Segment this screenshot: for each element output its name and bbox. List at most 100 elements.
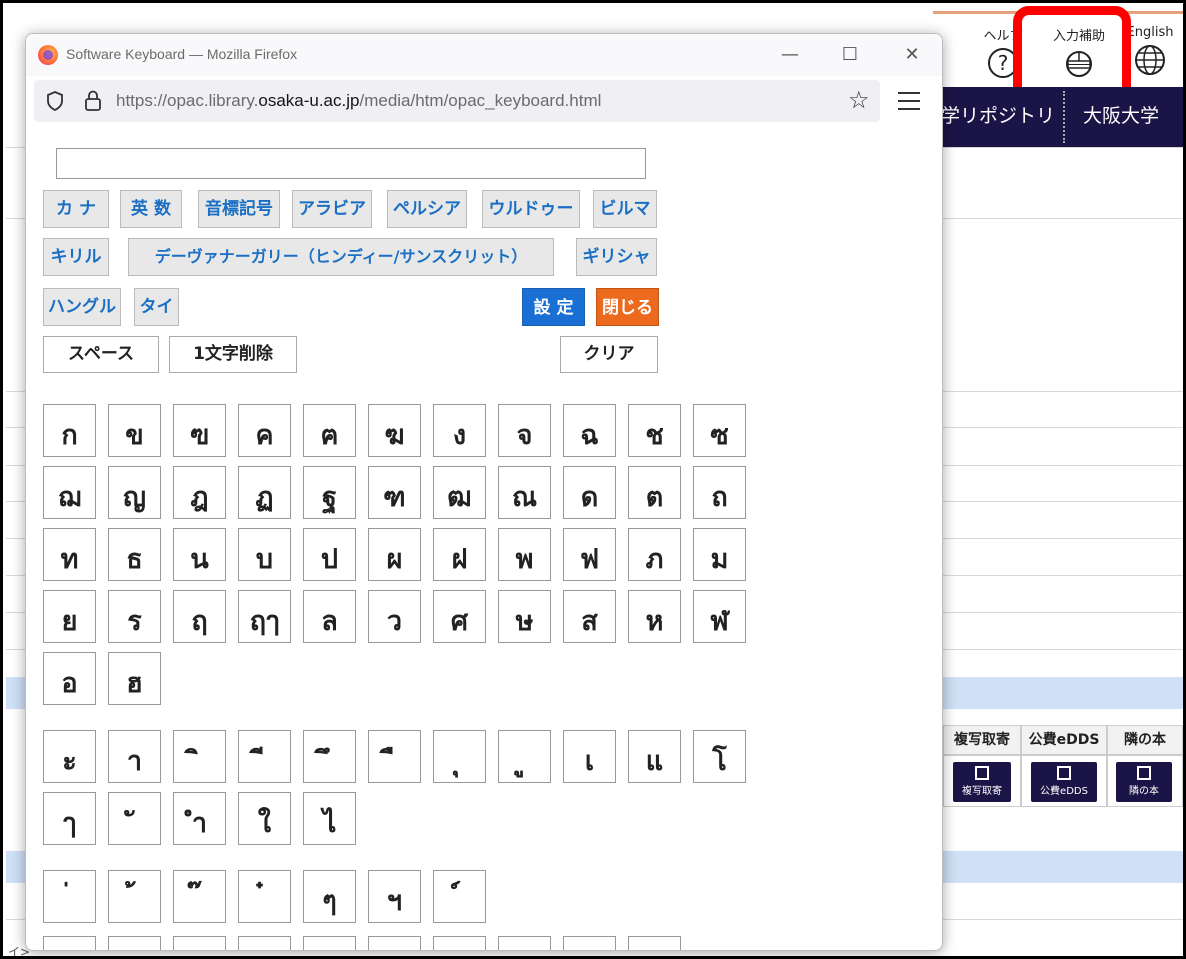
delete-char-button[interactable]: 1文字削除 (169, 336, 297, 373)
thai-key[interactable]: ซ (693, 404, 746, 457)
thai-key[interactable]: ษ (498, 590, 551, 643)
minimize-button[interactable]: — (770, 40, 810, 70)
thai-key[interactable]: ณ (498, 466, 551, 519)
thai-key[interactable]: ื (368, 730, 421, 783)
neighbor-book-button[interactable]: 隣の本 (1116, 762, 1172, 802)
thai-key[interactable]: ฤ (173, 590, 226, 643)
thai-key[interactable]: ฒ (433, 466, 486, 519)
thai-key-partial[interactable] (108, 936, 161, 950)
window-titlebar[interactable]: Software Keyboard — Mozilla Firefox — ☐ … (26, 34, 942, 76)
thai-key-partial[interactable] (173, 936, 226, 950)
thai-key[interactable]: พ (498, 528, 551, 581)
thai-key-partial[interactable] (238, 936, 291, 950)
thai-key[interactable]: ถ (693, 466, 746, 519)
tab-cyrillic[interactable]: キリル (43, 238, 109, 276)
tab-thai[interactable]: タイ (134, 288, 179, 326)
thai-key[interactable]: ฅ (303, 404, 356, 457)
tab-persian[interactable]: ペルシア (387, 190, 467, 228)
thai-key[interactable]: ฤๅ (238, 590, 291, 643)
edds-button[interactable]: 公費eDDS (1031, 762, 1097, 802)
thai-key[interactable]: ส (563, 590, 616, 643)
thai-key[interactable]: เ (563, 730, 616, 783)
tab-urdu[interactable]: ウルドゥー (482, 190, 580, 228)
thai-key-partial[interactable] (43, 936, 96, 950)
tab-burmese[interactable]: ビルマ (593, 190, 657, 228)
thai-key[interactable]: บ (238, 528, 291, 581)
thai-key[interactable]: แ (628, 730, 681, 783)
thai-key[interactable]: ป (303, 528, 356, 581)
thai-key[interactable]: ห (628, 590, 681, 643)
thai-key[interactable]: ้ (108, 870, 161, 923)
thai-key[interactable]: โ (693, 730, 746, 783)
thai-key-partial[interactable] (498, 936, 551, 950)
close-button[interactable]: 閉じる (596, 288, 659, 326)
tab-devanagari[interactable]: デーヴァナーガリー（ヒンディー/サンスクリット） (128, 238, 554, 276)
thai-key[interactable]: ท (43, 528, 96, 581)
thai-key[interactable]: ไ (303, 792, 356, 845)
thai-key[interactable]: ี (238, 730, 291, 783)
lock-icon[interactable] (84, 90, 102, 112)
thai-key[interactable]: ล (303, 590, 356, 643)
thai-key-partial[interactable] (433, 936, 486, 950)
thai-key[interactable]: ึ (303, 730, 356, 783)
thai-key[interactable]: ฟ (563, 528, 616, 581)
thai-key[interactable]: ู (498, 730, 551, 783)
thai-key[interactable]: ต (628, 466, 681, 519)
thai-key[interactable]: ฮ (108, 652, 161, 705)
tab-arabic[interactable]: アラビア (292, 190, 372, 228)
thai-key[interactable]: ผ (368, 528, 421, 581)
copy-request-button[interactable]: 複写取寄 (953, 762, 1011, 802)
thai-key[interactable]: ง (433, 404, 486, 457)
thai-key[interactable]: ๆ (303, 870, 356, 923)
thai-key[interactable]: ว (368, 590, 421, 643)
thai-key[interactable]: ฬ (693, 590, 746, 643)
maximize-button[interactable]: ☐ (830, 40, 870, 70)
thai-key[interactable]: ร (108, 590, 161, 643)
thai-key[interactable]: ช (628, 404, 681, 457)
thai-key[interactable]: ๅ (43, 792, 96, 845)
thai-key[interactable]: ฐ (303, 466, 356, 519)
thai-key[interactable]: ่ (43, 870, 96, 923)
thai-key[interactable]: ข (108, 404, 161, 457)
thai-key[interactable]: ะ (43, 730, 96, 783)
thai-key[interactable]: ศ (433, 590, 486, 643)
thai-key[interactable]: จ (498, 404, 551, 457)
thai-key[interactable]: ย (43, 590, 96, 643)
thai-key[interactable]: ม (693, 528, 746, 581)
thai-key-partial[interactable] (628, 936, 681, 950)
thai-key[interactable]: ฌ (43, 466, 96, 519)
menu-icon[interactable] (898, 86, 920, 116)
thai-key[interactable]: ธ (108, 528, 161, 581)
shield-icon[interactable] (46, 91, 64, 111)
thai-key[interactable]: ฏ (238, 466, 291, 519)
thai-key[interactable]: ภ (628, 528, 681, 581)
thai-key[interactable]: ำ (173, 792, 226, 845)
thai-key[interactable]: ฑ (368, 466, 421, 519)
thai-key[interactable]: ฎ (173, 466, 226, 519)
space-button[interactable]: スペース (43, 336, 159, 373)
thai-key[interactable]: ฆ (368, 404, 421, 457)
thai-key[interactable]: ั (108, 792, 161, 845)
bookmark-star-icon[interactable]: ☆ (848, 86, 870, 114)
nav-item-osaka-university[interactable]: 大阪大学 (1083, 101, 1159, 128)
settings-button[interactable]: 設 定 (522, 288, 585, 326)
thai-key[interactable]: ฯ (368, 870, 421, 923)
thai-key[interactable]: ๋ (238, 870, 291, 923)
keyboard-text-input[interactable] (56, 148, 646, 179)
thai-key[interactable]: ค (238, 404, 291, 457)
thai-key-partial[interactable] (563, 936, 616, 950)
thai-key[interactable]: ฝ (433, 528, 486, 581)
thai-key[interactable]: อ (43, 652, 96, 705)
tab-greek[interactable]: ギリシャ (576, 238, 657, 276)
tab-phonetic[interactable]: 音標記号 (198, 190, 280, 228)
thai-key[interactable]: น (173, 528, 226, 581)
thai-key[interactable]: ก (43, 404, 96, 457)
thai-key-partial[interactable] (303, 936, 356, 950)
tab-katakana[interactable]: カ ナ (43, 190, 109, 228)
thai-key[interactable]: ๊ (173, 870, 226, 923)
thai-key[interactable]: ใ (238, 792, 291, 845)
nav-item-repository[interactable]: 学リポジトリ (941, 101, 1055, 128)
tab-hangul[interactable]: ハングル (43, 288, 121, 326)
thai-key[interactable]: ิ (173, 730, 226, 783)
url-bar[interactable]: https://opac.library.osaka-u.ac.jp/media… (34, 80, 880, 122)
